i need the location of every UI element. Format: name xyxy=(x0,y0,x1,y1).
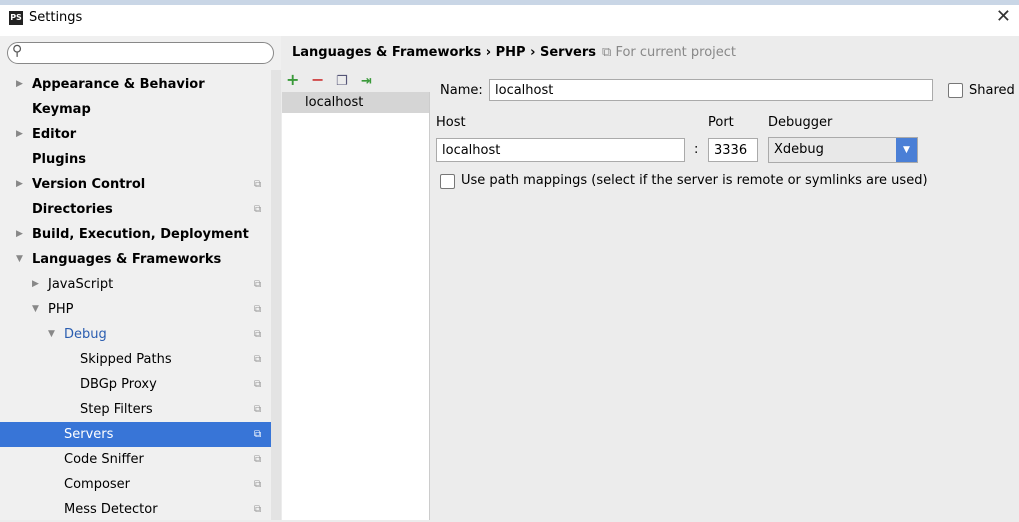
tree-item-version-control[interactable]: ▶ Version Control ⧉ xyxy=(0,172,271,197)
expand-arrow-icon[interactable]: ▶ xyxy=(16,122,23,147)
host-port-separator: : xyxy=(694,142,699,157)
phpstorm-logo-icon: PS xyxy=(9,11,23,25)
expand-arrow-icon[interactable]: ▶ xyxy=(16,172,23,197)
tree-item-mess-detector[interactable]: Mess Detector ⧉ xyxy=(0,497,271,522)
port-input[interactable] xyxy=(708,138,758,162)
name-input[interactable] xyxy=(489,79,933,101)
project-scope-icon: ⧉ xyxy=(254,279,262,290)
project-scope-icon: ⧉ xyxy=(254,404,262,415)
expand-arrow-icon[interactable]: ▶ xyxy=(32,272,39,297)
tree-item-javascript[interactable]: ▶ JavaScript ⧉ xyxy=(0,272,271,297)
tree-item-label: Build, Execution, Deployment xyxy=(32,227,249,242)
tree-item-plugins[interactable]: Plugins xyxy=(0,147,271,172)
breadcrumb-path: Languages & Frameworks › PHP › Servers xyxy=(292,45,597,60)
add-icon[interactable]: + xyxy=(286,70,311,89)
debugger-select[interactable]: Xdebug ▼ xyxy=(768,137,918,163)
tree-item-build-execution-deployment[interactable]: ▶ Build, Execution, Deployment xyxy=(0,222,271,247)
tree-item-servers[interactable]: Servers ⧉ xyxy=(0,422,281,447)
host-label: Host xyxy=(436,115,466,130)
close-icon[interactable]: ✕ xyxy=(996,6,1011,27)
expand-arrow-icon[interactable]: ▼ xyxy=(32,297,39,322)
tree-item-directories[interactable]: Directories ⧉ xyxy=(0,197,271,222)
project-scope-icon: ⧉ xyxy=(254,304,262,315)
search-icon: ⚲ xyxy=(12,43,23,59)
server-toolbar: + − ❐ ⇥ xyxy=(286,70,386,89)
server-item-localhost[interactable]: localhost xyxy=(282,92,429,113)
project-scope-icon: ⧉ xyxy=(254,454,262,465)
sidebar-scrollbar[interactable] xyxy=(271,70,281,520)
debugger-value: Xdebug xyxy=(774,142,824,157)
tree-item-languages-frameworks[interactable]: ▼ Languages & Frameworks xyxy=(0,247,271,272)
expand-arrow-icon[interactable]: ▼ xyxy=(48,322,55,347)
port-label: Port xyxy=(708,115,734,130)
tree-item-label: Mess Detector xyxy=(64,502,158,517)
tree-item-code-sniffer[interactable]: Code Sniffer ⧉ xyxy=(0,447,271,472)
title-bar xyxy=(0,5,1019,36)
path-mappings-label: Use path mappings (select if the server … xyxy=(461,173,928,188)
project-scope-icon: ⧉ xyxy=(254,329,262,340)
remove-icon[interactable]: − xyxy=(311,70,336,89)
scope-label: ⧉ For current project xyxy=(602,45,737,60)
project-scope-icon: ⧉ xyxy=(254,379,262,390)
debugger-label: Debugger xyxy=(768,115,833,130)
project-scope-icon: ⧉ xyxy=(254,179,262,190)
tree-item-label: Skipped Paths xyxy=(80,352,172,367)
tree-item-label: Composer xyxy=(64,477,131,492)
project-scope-icon: ⧉ xyxy=(254,204,262,215)
expand-arrow-icon[interactable]: ▶ xyxy=(16,222,23,247)
breadcrumb: Languages & Frameworks › PHP › Servers ⧉ … xyxy=(292,45,736,60)
project-scope-icon: ⧉ xyxy=(254,504,262,515)
search-input[interactable]: ⚲ xyxy=(7,42,274,64)
import-icon[interactable]: ⇥ xyxy=(361,74,386,89)
project-scope-icon: ⧉ xyxy=(254,429,262,440)
window-title: Settings xyxy=(29,10,83,25)
tree-item-step-filters[interactable]: Step Filters ⧉ xyxy=(0,397,271,422)
path-mappings-checkbox[interactable] xyxy=(440,174,455,189)
copy-icon[interactable]: ❐ xyxy=(336,74,361,89)
chevron-down-icon[interactable]: ▼ xyxy=(896,138,917,162)
tree-item-label: Appearance & Behavior xyxy=(32,77,205,92)
host-input[interactable] xyxy=(436,138,685,162)
shared-label: Shared xyxy=(969,83,1015,98)
tree-item-dbgp-proxy[interactable]: DBGp Proxy ⧉ xyxy=(0,372,271,397)
tree-item-label: Editor xyxy=(32,127,77,142)
tree-item-label: Code Sniffer xyxy=(64,452,144,467)
tree-item-label: PHP xyxy=(48,302,74,317)
expand-arrow-icon[interactable]: ▼ xyxy=(16,247,23,272)
tree-item-composer[interactable]: Composer ⧉ xyxy=(0,472,271,497)
tree-item-label: Languages & Frameworks xyxy=(32,252,222,267)
expand-arrow-icon[interactable]: ▶ xyxy=(16,72,23,97)
project-scope-icon: ⧉ xyxy=(254,354,262,365)
server-list: localhost xyxy=(282,92,430,520)
tree-item-label: Step Filters xyxy=(80,402,153,417)
project-scope-icon: ⧉ xyxy=(254,479,262,490)
name-label: Name: xyxy=(440,83,483,98)
shared-checkbox[interactable] xyxy=(948,83,963,98)
tree-item-label: Version Control xyxy=(32,177,146,192)
tree-item-appearance-behavior[interactable]: ▶ Appearance & Behavior xyxy=(0,72,271,97)
tree-item-debug[interactable]: ▼ Debug ⧉ xyxy=(0,322,271,347)
tree-item-label: JavaScript xyxy=(48,277,114,292)
tree-item-php[interactable]: ▼ PHP ⧉ xyxy=(0,297,271,322)
tree-item-skipped-paths[interactable]: Skipped Paths ⧉ xyxy=(0,347,271,372)
tree-item-editor[interactable]: ▶ Editor xyxy=(0,122,271,147)
tree-item-label: Directories xyxy=(32,202,113,217)
tree-item-label: Servers xyxy=(64,427,114,442)
tree-item-label: Plugins xyxy=(32,152,86,167)
tree-item-label: Keymap xyxy=(32,102,91,117)
tree-item-label: DBGp Proxy xyxy=(80,377,157,392)
tree-item-keymap[interactable]: Keymap xyxy=(0,97,271,122)
tree-item-label: Debug xyxy=(64,327,107,342)
